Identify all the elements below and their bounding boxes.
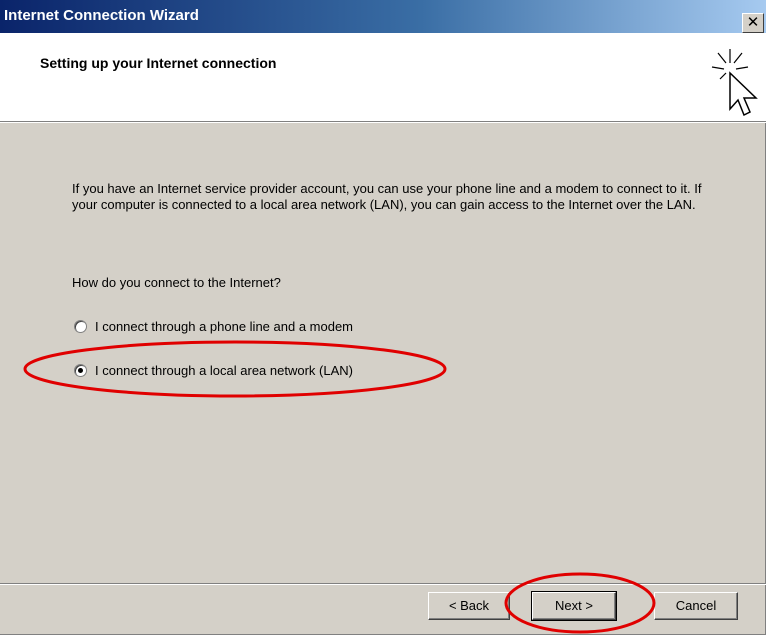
radio-label-lan: I connect through a local area network (… (95, 362, 353, 378)
radio-button-phone[interactable] (74, 319, 87, 333)
radio-label-phone: I connect through a phone line and a mod… (95, 318, 354, 334)
radio-option-lan[interactable]: I connect through a local area network (… (74, 361, 353, 379)
window-title: Internet Connection Wizard (4, 7, 199, 24)
wizard-cursor-icon (711, 49, 758, 117)
radio-button-lan[interactable] (74, 363, 87, 377)
back-button[interactable]: < Back (428, 592, 510, 620)
radio-option-phone[interactable]: I connect through a phone line and a mod… (74, 317, 353, 335)
description-text: If you have an Internet service provider… (72, 181, 702, 212)
title-bar[interactable]: Internet Connection Wizard ✕ (0, 0, 766, 33)
close-button[interactable]: ✕ (742, 13, 764, 33)
wizard-header: Setting up your Internet connection (0, 33, 766, 123)
wizard-window: Internet Connection Wizard ✕ Setting up … (0, 0, 766, 635)
page-title: Setting up your Internet connection (40, 55, 277, 71)
button-separator (0, 583, 766, 585)
close-icon: ✕ (746, 13, 760, 31)
question-label: How do you connect to the Internet? (72, 275, 281, 290)
cancel-button[interactable]: Cancel (654, 592, 738, 620)
next-button[interactable]: Next > (531, 591, 617, 621)
